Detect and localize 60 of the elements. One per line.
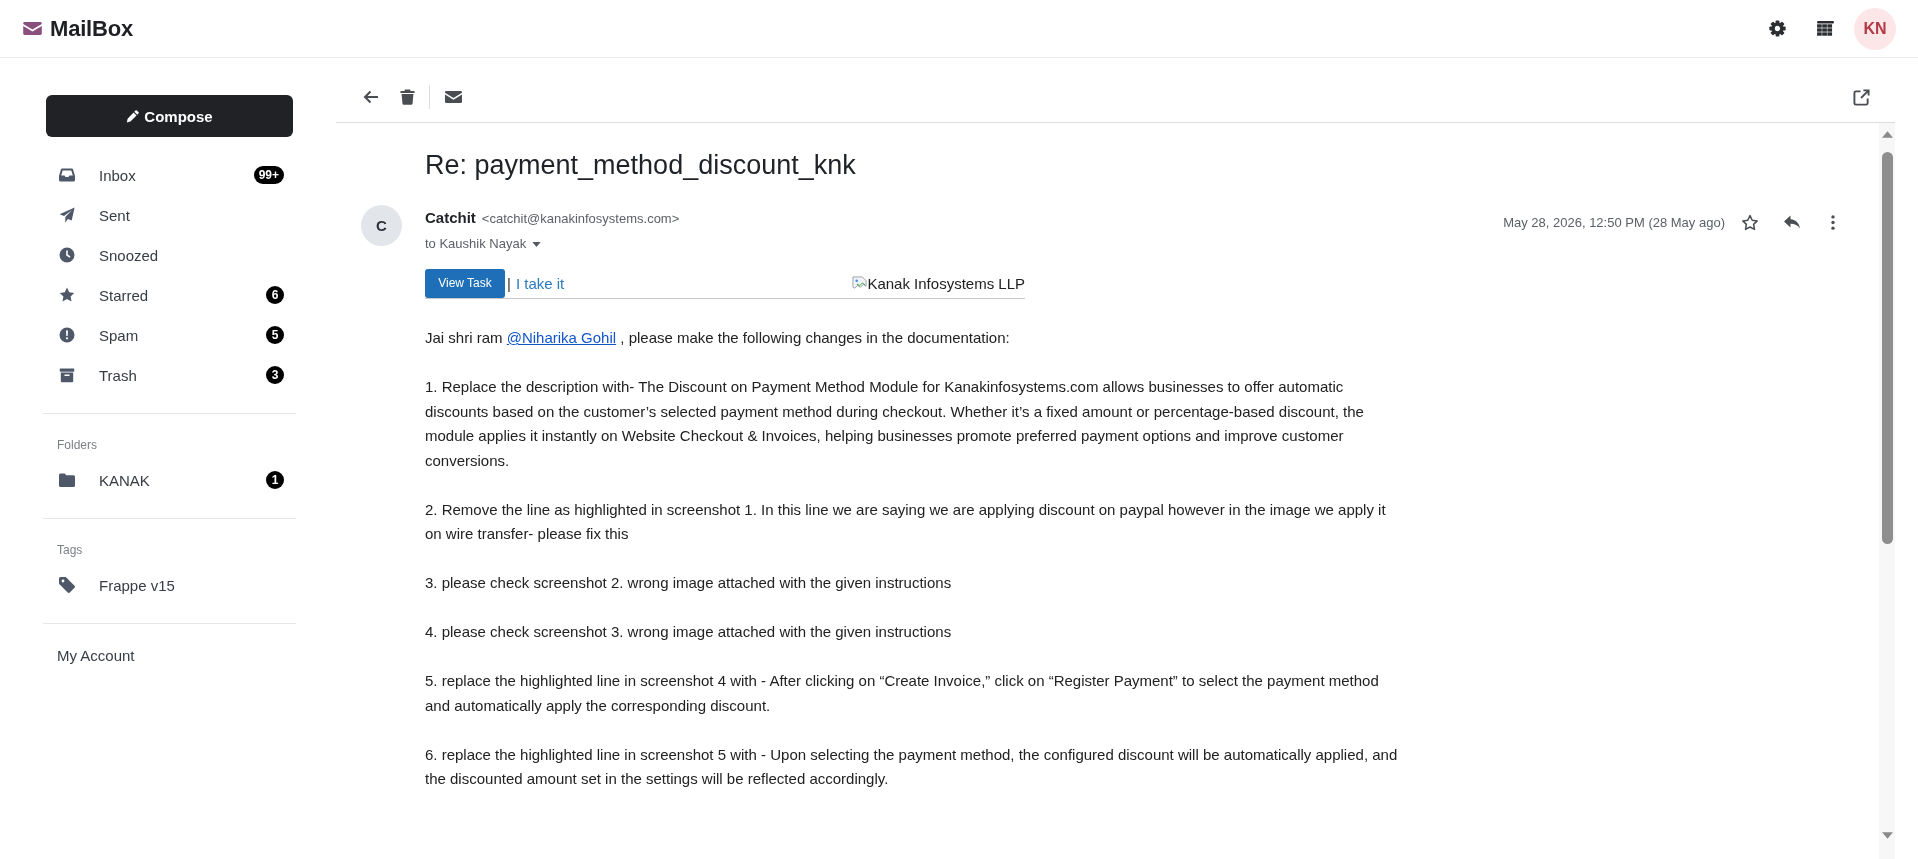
recipient-dropdown[interactable]: to Kaushik Nayak <box>425 235 542 253</box>
take-task-link[interactable]: I take it <box>515 274 565 292</box>
grid-icon[interactable] <box>1817 21 1834 36</box>
broken-image-icon <box>852 275 868 291</box>
view-task-button[interactable]: View Task <box>425 268 505 298</box>
scroll-down-arrow-icon[interactable] <box>1881 832 1893 839</box>
pencil-icon <box>126 109 140 123</box>
reply-icon[interactable] <box>1784 215 1800 229</box>
user-avatar[interactable]: KN <box>1854 7 1896 50</box>
message-paragraph: 1. Replace the description with- The Discount on Payment Method Module for Kanakinfosystems.com allows businesses to offer automatic discounts based on the customer’s selected payment method during checkout. Whether it’s a fixed amount or percentage-based discount, the module applies it instantly on Website Checkout & Invoices, helping businesses promote preferred payment options and improve customer conversions. <box>425 377 1365 471</box>
count-badge: 6 <box>266 286 284 304</box>
compose-button[interactable]: Compose <box>46 95 293 137</box>
section-heading: Folders <box>57 437 97 453</box>
star-icon[interactable] <box>1741 213 1759 231</box>
nav-link[interactable]: Frappe v15 <box>99 576 175 594</box>
app-title: MailBox <box>50 15 133 42</box>
message-paragraph: Jai shri ram @Niharika Gohil , please make the following changes in the documentation: <box>425 328 1011 348</box>
message-paragraph: 4. please check screenshot 3. wrong image attached with the given instructions <box>425 622 953 642</box>
scroll-up-arrow-icon[interactable] <box>1881 131 1893 138</box>
account-link[interactable]: My Account <box>57 647 135 664</box>
image-alt-text: Kanak Infosystems LLP <box>867 274 1025 292</box>
message-paragraph: 5. replace the highlighted line in screenshot 4 with - After clicking on “Create Invoice,” click on “Register Payment” to select the payment method and automatically apply the corresponding discount. <box>425 671 1380 716</box>
message-paragraph: 3. please check screenshot 2. wrong image attached with the given instructions <box>425 573 953 593</box>
folder-icon <box>59 472 75 488</box>
envelope-icon[interactable] <box>445 91 462 103</box>
star-icon <box>59 287 75 303</box>
sender-name: Catchit <box>425 208 476 228</box>
nav-link[interactable]: KANAK <box>99 471 150 489</box>
trash-icon[interactable] <box>400 89 415 105</box>
archive-box-icon <box>59 367 75 383</box>
count-badge: 99+ <box>253 166 284 184</box>
sender-email: <catchit@kanakinfosystems.com> <box>481 210 680 228</box>
nav-link[interactable]: Starred <box>99 286 149 304</box>
sender-avatar: C <box>361 205 402 246</box>
message-paragraph: 2. Remove the line as highlighted in screenshot 1. In this line we are saying we are applying discount on paypal however in the image we apply it on wire transfer- please fix this <box>425 499 1387 544</box>
nav-link[interactable]: Sent <box>99 206 130 224</box>
nav-link[interactable]: Snoozed <box>99 246 159 264</box>
tag-icon <box>59 577 75 593</box>
nav-link[interactable]: Trash <box>99 366 137 384</box>
clock-icon <box>59 247 75 263</box>
external-link-icon[interactable] <box>1853 88 1870 106</box>
message-date: May 28, 2026, 12:50 PM (28 May ago) <box>1503 214 1725 230</box>
back-arrow-icon[interactable] <box>363 90 379 104</box>
nav-link[interactable]: Spam <box>99 326 139 344</box>
message-subject: Re: payment_method_discount_knk <box>425 149 857 182</box>
paper-plane-icon <box>59 207 75 223</box>
count-badge: 3 <box>266 366 284 384</box>
count-badge: 5 <box>266 326 284 344</box>
more-options-icon[interactable] <box>1831 214 1835 230</box>
envelope-icon <box>23 22 42 35</box>
mention-link[interactable]: @Niharika Gohil <box>506 329 617 346</box>
separator-text: | <box>507 274 511 292</box>
scrollbar-thumb[interactable] <box>1881 152 1893 544</box>
settings-icon[interactable] <box>1769 20 1786 37</box>
section-heading: Tags <box>57 542 83 558</box>
inbox-tray-icon <box>59 167 75 183</box>
nav-link[interactable]: Inbox <box>99 166 136 184</box>
caret-down-icon <box>532 241 542 247</box>
message-paragraph: 6. replace the highlighted line in screenshot 5 with - Upon selecting the payment method, the configured discount will be automatically applied, and the discounted amount set in the settings will be reflected accordingly. <box>425 744 1399 789</box>
count-badge: 1 <box>266 471 284 489</box>
